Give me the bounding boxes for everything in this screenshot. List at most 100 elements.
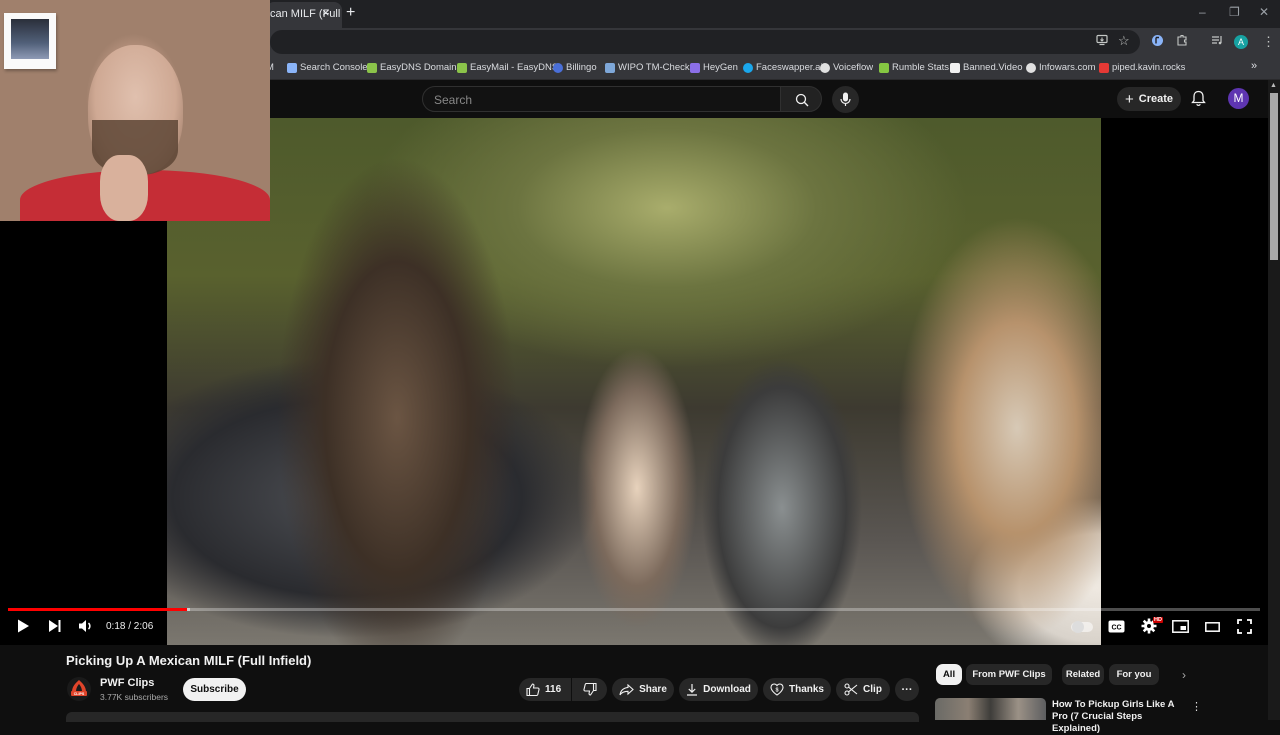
new-tab-button[interactable]: + xyxy=(346,4,355,22)
create-button[interactable]: + Create xyxy=(1117,87,1181,111)
scroll-up-arrow-icon[interactable]: ▲ xyxy=(1270,82,1277,89)
banned-video-icon xyxy=(950,62,960,73)
thanks-label: Thanks xyxy=(788,684,824,695)
clip-label: Clip xyxy=(863,684,882,695)
recommendation-thumbnail[interactable] xyxy=(935,698,1046,720)
install-app-icon[interactable] xyxy=(1096,34,1108,49)
bookmark-label: Search Console xyxy=(300,62,368,73)
bookmark-item[interactable]: WIPO TM-Check xyxy=(605,62,690,73)
like-button[interactable]: 116 xyxy=(519,678,571,701)
bookmark-label: EasyMail - EasyDNS xyxy=(470,62,559,73)
heygen-icon xyxy=(690,62,700,73)
thanks-heart-dollar-icon: $ xyxy=(770,683,784,696)
minimize-icon[interactable]: – xyxy=(1199,5,1206,19)
time-display: 0:18 / 2:06 xyxy=(106,621,154,632)
captions-icon[interactable]: CC xyxy=(1108,620,1125,633)
voice-search-button[interactable] xyxy=(832,86,859,113)
plus-icon: + xyxy=(1124,90,1134,108)
microphone-icon xyxy=(840,92,851,106)
bookmark-item[interactable]: Billingo xyxy=(553,62,597,73)
svg-text:CC: CC xyxy=(1111,624,1121,631)
scissors-icon xyxy=(844,683,858,696)
browser-profile-avatar[interactable]: A xyxy=(1234,35,1248,49)
bookmark-label: piped.kavin.rocks xyxy=(1112,62,1186,73)
channel-avatar[interactable]: CLIPS xyxy=(67,677,91,701)
bookmark-item[interactable]: EasyDNS Domains xyxy=(367,62,461,73)
download-icon xyxy=(687,684,698,696)
dislike-button[interactable] xyxy=(572,678,607,701)
volume-icon[interactable] xyxy=(78,618,94,634)
search-button[interactable] xyxy=(780,86,822,112)
fullscreen-icon[interactable] xyxy=(1237,619,1252,634)
bookmark-item[interactable]: piped.kavin.rocks xyxy=(1099,62,1185,73)
recommendation-title[interactable]: How To Pickup Girls Like A Pro (7 Crucia… xyxy=(1052,699,1187,735)
share-button[interactable]: Share xyxy=(612,678,674,701)
bookmark-item[interactable]: HeyGen xyxy=(690,62,738,73)
chip-all[interactable]: All xyxy=(936,664,962,685)
play-icon[interactable] xyxy=(16,618,30,634)
voiceflow-icon xyxy=(820,62,830,73)
easydns-icon xyxy=(367,62,377,73)
address-bar[interactable] xyxy=(270,30,1140,54)
more-actions-button[interactable]: ··· xyxy=(895,678,919,701)
pwf-clips-logo-icon: CLIPS xyxy=(71,680,87,696)
search-input[interactable]: Search xyxy=(422,86,782,112)
bookmark-item[interactable]: Rumble Stats xyxy=(879,62,949,73)
video-frame[interactable] xyxy=(167,118,1101,645)
billingo-icon xyxy=(553,62,563,73)
close-window-icon[interactable]: ✕ xyxy=(1259,5,1269,19)
bookmarks-overflow-icon[interactable]: » xyxy=(1251,60,1257,72)
subscriber-count: 3.77K subscribers xyxy=(100,692,169,702)
download-button[interactable]: Download xyxy=(679,678,758,701)
hd-quality-badge: HD xyxy=(1153,617,1163,623)
recommendation-menu-icon[interactable]: ⋮ xyxy=(1191,700,1202,713)
subscribe-button[interactable]: Subscribe xyxy=(183,678,246,701)
video-title: Picking Up A Mexican MILF (Full Infield) xyxy=(66,653,312,668)
next-video-icon[interactable] xyxy=(47,618,62,634)
tab-close-icon[interactable]: × xyxy=(322,5,330,20)
browser-tab-active[interactable]: can MILF (Full xyxy=(266,2,342,28)
bookmark-item[interactable]: Voiceflow xyxy=(820,62,873,73)
bookmark-item[interactable]: Banned.Video xyxy=(950,62,1023,73)
bookmark-star-icon[interactable]: ☆ xyxy=(1118,33,1130,49)
wipo-icon xyxy=(605,62,615,73)
theater-mode-icon[interactable] xyxy=(1205,622,1220,632)
autoplay-toggle[interactable] xyxy=(1071,621,1093,633)
bookmark-label: Banned.Video xyxy=(963,62,1023,73)
notifications-bell-icon[interactable] xyxy=(1191,90,1206,107)
miniplayer-icon[interactable] xyxy=(1172,620,1189,633)
progress-bar[interactable] xyxy=(8,608,1260,611)
thanks-button[interactable]: $ Thanks xyxy=(763,678,831,701)
restore-icon[interactable]: ❐ xyxy=(1229,5,1240,19)
extensions-puzzle-icon[interactable] xyxy=(1176,34,1188,49)
scrollbar-thumb[interactable] xyxy=(1270,93,1278,260)
media-controls-icon[interactable] xyxy=(1211,34,1223,49)
chevron-right-icon[interactable]: › xyxy=(1182,668,1186,682)
rumble-icon xyxy=(879,62,889,73)
tab-title: can MILF (Full xyxy=(270,8,341,20)
chip-from-pwf-clips[interactable]: From PWF Clips xyxy=(966,664,1052,685)
bookmark-label: HeyGen xyxy=(703,62,738,73)
browser-menu-icon[interactable]: ⋮ xyxy=(1262,34,1275,50)
piped-icon xyxy=(1099,62,1109,73)
bookmark-item[interactable]: EasyMail - EasyDNS xyxy=(457,62,558,73)
like-count: 116 xyxy=(545,684,562,695)
bookmark-label: Faceswapper.ai xyxy=(756,62,823,73)
clip-button[interactable]: Clip xyxy=(836,678,890,701)
chip-for-you[interactable]: For you xyxy=(1109,664,1159,685)
thumbs-up-icon xyxy=(526,683,540,696)
description-box[interactable] xyxy=(66,712,919,722)
download-label: Download xyxy=(703,684,751,695)
share-label: Share xyxy=(639,684,667,695)
extension-icon[interactable] xyxy=(1151,34,1164,50)
bookmark-item[interactable]: Faceswapper.ai xyxy=(743,62,823,73)
chip-related[interactable]: Related xyxy=(1062,664,1104,685)
bookmark-item[interactable]: Search Console xyxy=(287,62,368,73)
bookmark-label: WIPO TM-Check xyxy=(618,62,690,73)
progress-played xyxy=(8,608,188,611)
bookmark-item[interactable]: Infowars.com xyxy=(1026,62,1096,73)
webcam-overlay xyxy=(0,0,270,221)
faceswapper-icon xyxy=(743,62,753,73)
channel-name[interactable]: PWF Clips xyxy=(100,677,154,689)
account-avatar[interactable]: M xyxy=(1228,88,1249,109)
